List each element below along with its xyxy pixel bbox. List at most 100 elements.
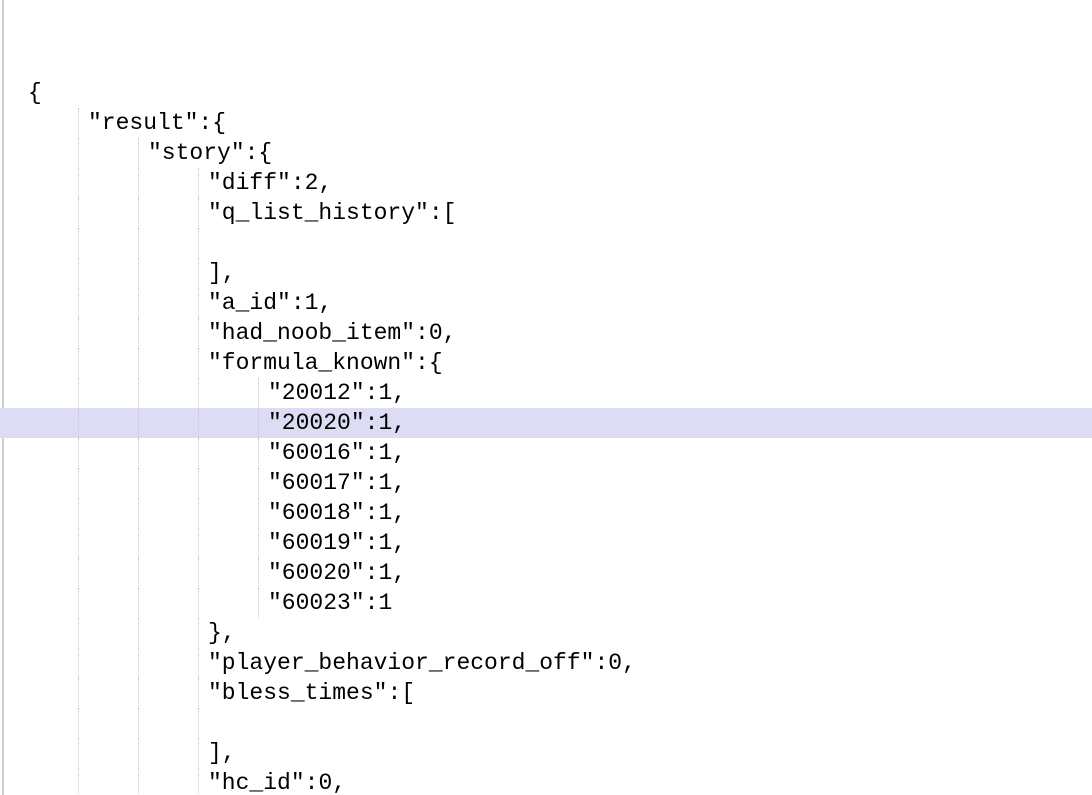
token-punct: :: [291, 170, 305, 196]
token-key: "diff": [208, 170, 291, 196]
token-punct: ,: [622, 650, 636, 676]
token-punct: ,: [392, 530, 406, 556]
token-punct: :: [365, 500, 379, 526]
token-key: "hc_id": [208, 770, 305, 795]
token-punct: :: [365, 590, 379, 616]
token-punct: ,: [318, 170, 332, 196]
token-num: 1: [378, 500, 392, 526]
code-line[interactable]: [0, 708, 1092, 738]
token-punct: :: [365, 470, 379, 496]
code-line[interactable]: "20020":1,: [0, 408, 1092, 438]
token-key: "60016": [268, 440, 365, 466]
token-punct: :: [365, 560, 379, 586]
token-num: 0: [318, 770, 332, 795]
token-punct: ,: [392, 380, 406, 406]
code-editor[interactable]: {"result":{"story":{"diff":2,"q_list_his…: [0, 0, 1092, 795]
code-text: {: [10, 80, 42, 106]
token-punct: :: [365, 440, 379, 466]
code-line[interactable]: "20012":1,: [0, 378, 1092, 408]
code-text: "60018":1,: [10, 500, 406, 526]
token-key: "60017": [268, 470, 365, 496]
token-punct: ,: [392, 500, 406, 526]
code-text: ],: [10, 740, 236, 766]
token-punct: :: [365, 380, 379, 406]
code-line[interactable]: },: [0, 618, 1092, 648]
token-punct: ,: [318, 290, 332, 316]
code-line[interactable]: "60016":1,: [0, 438, 1092, 468]
code-text: "diff":2,: [10, 170, 332, 196]
code-line[interactable]: {: [0, 78, 1092, 108]
token-key: "a_id": [208, 290, 291, 316]
token-num: 1: [378, 410, 392, 436]
token-num: 0: [608, 650, 622, 676]
token-punct: {: [28, 80, 42, 106]
token-punct: :{: [198, 110, 226, 136]
code-line[interactable]: "story":{: [0, 138, 1092, 168]
token-key: "20020": [268, 410, 365, 436]
code-text: "60017":1,: [10, 470, 406, 496]
token-key: "player_behavior_record_off": [208, 650, 594, 676]
token-punct: :: [291, 290, 305, 316]
code-line[interactable]: "60018":1,: [0, 498, 1092, 528]
token-key: "60019": [268, 530, 365, 556]
token-punct: ],: [208, 260, 236, 286]
code-text: "had_noob_item":0,: [10, 320, 456, 346]
token-punct: :: [365, 410, 379, 436]
code-line[interactable]: "60019":1,: [0, 528, 1092, 558]
token-punct: :: [305, 770, 319, 795]
code-line[interactable]: "had_noob_item":0,: [0, 318, 1092, 348]
code-text: "player_behavior_record_off":0,: [10, 650, 636, 676]
code-text: "60023":1: [10, 590, 392, 616]
code-text: "20020":1,: [10, 410, 406, 436]
token-key: "bless_times": [208, 680, 387, 706]
code-line[interactable]: "a_id":1,: [0, 288, 1092, 318]
token-num: 2: [305, 170, 319, 196]
token-num: 1: [378, 590, 392, 616]
token-punct: ,: [392, 560, 406, 586]
code-text: "formula_known":{: [10, 350, 443, 376]
code-line[interactable]: "formula_known":{: [0, 348, 1092, 378]
code-text: "story":{: [10, 140, 272, 166]
token-num: 1: [378, 530, 392, 556]
token-key: "had_noob_item": [208, 320, 415, 346]
token-punct: :{: [245, 140, 273, 166]
code-text: "bless_times":[: [10, 680, 415, 706]
token-punct: :[: [429, 200, 457, 226]
token-num: 1: [378, 440, 392, 466]
token-key: "q_list_history": [208, 200, 429, 226]
token-punct: ,: [332, 770, 346, 795]
code-text: [10, 230, 208, 256]
token-num: 0: [429, 320, 443, 346]
token-num: 1: [378, 380, 392, 406]
token-key: "60018": [268, 500, 365, 526]
token-punct: :: [594, 650, 608, 676]
code-line[interactable]: "60020":1,: [0, 558, 1092, 588]
code-line[interactable]: [0, 228, 1092, 258]
code-text: "20012":1,: [10, 380, 406, 406]
token-key: "20012": [268, 380, 365, 406]
code-line[interactable]: "result":{: [0, 108, 1092, 138]
code-text: "a_id":1,: [10, 290, 332, 316]
token-punct: ],: [208, 740, 236, 766]
token-punct: :[: [387, 680, 415, 706]
code-line[interactable]: "diff":2,: [0, 168, 1092, 198]
code-text: "60016":1,: [10, 440, 406, 466]
code-line[interactable]: ],: [0, 738, 1092, 768]
token-punct: ,: [392, 470, 406, 496]
code-text: "60020":1,: [10, 560, 406, 586]
token-punct: ,: [443, 320, 457, 346]
token-num: 1: [305, 290, 319, 316]
code-line[interactable]: "60017":1,: [0, 468, 1092, 498]
token-key: "story": [148, 140, 245, 166]
code-line[interactable]: "60023":1: [0, 588, 1092, 618]
code-line[interactable]: ],: [0, 258, 1092, 288]
code-text: [10, 710, 208, 736]
code-line[interactable]: "q_list_history":[: [0, 198, 1092, 228]
token-punct: ,: [392, 410, 406, 436]
token-punct: },: [208, 620, 236, 646]
code-line[interactable]: "hc_id":0,: [0, 768, 1092, 795]
token-punct: :{: [415, 350, 443, 376]
token-key: "60020": [268, 560, 365, 586]
code-line[interactable]: "player_behavior_record_off":0,: [0, 648, 1092, 678]
code-line[interactable]: "bless_times":[: [0, 678, 1092, 708]
